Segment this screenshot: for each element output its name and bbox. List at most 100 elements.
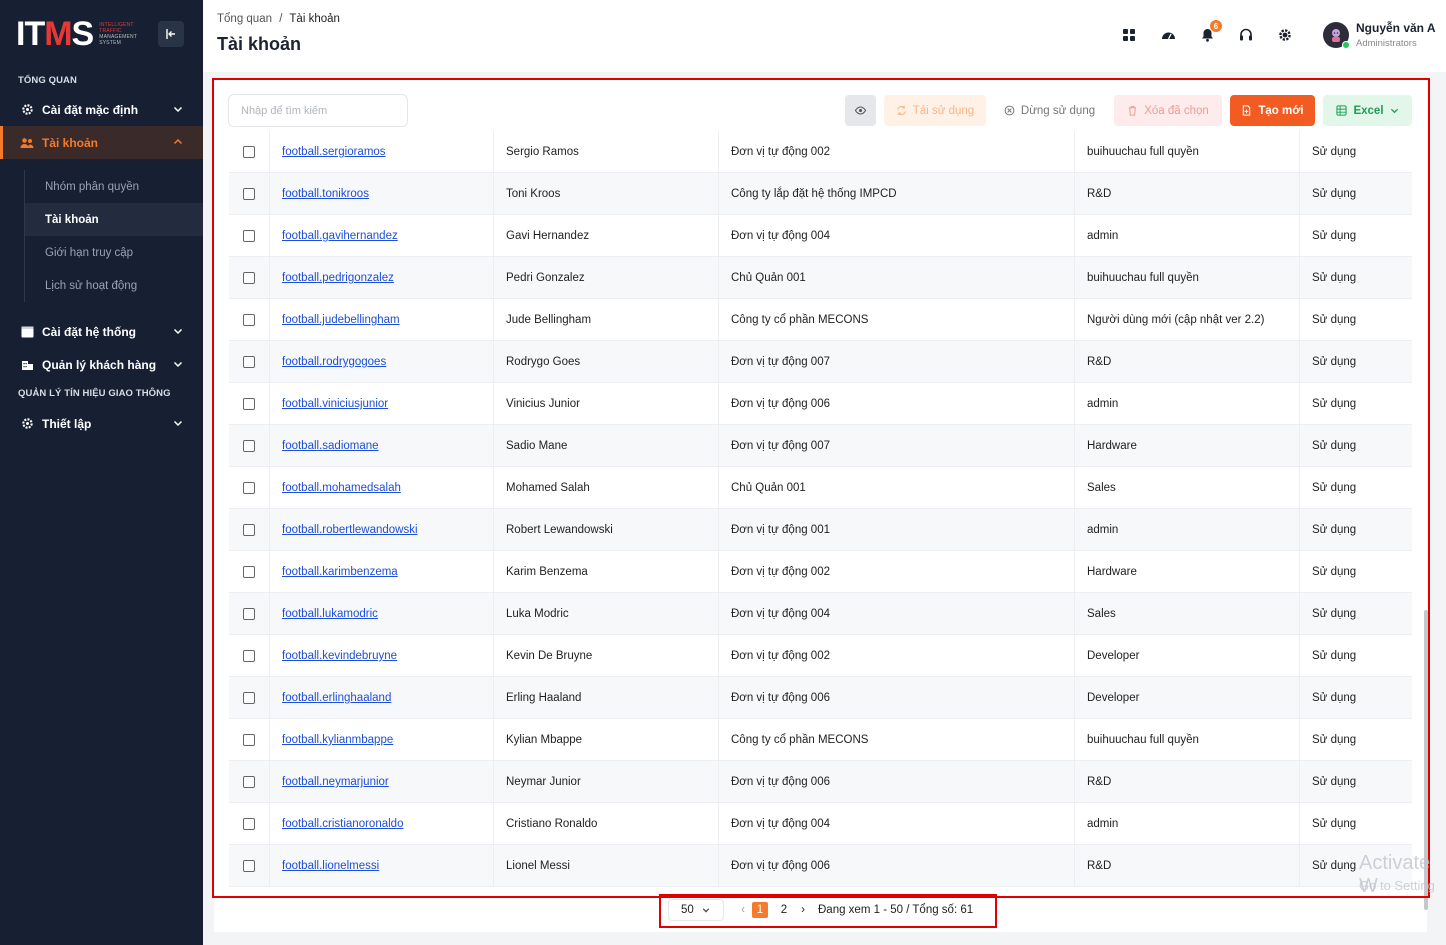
username-link[interactable]: football.lukamodric: [282, 608, 378, 620]
sidebar-subitem-activity-log[interactable]: Lịch sử hoạt động: [24, 269, 203, 302]
column-divider: [493, 425, 494, 467]
delete-selected-button[interactable]: Xóa đã chọn: [1114, 95, 1222, 126]
row-checkbox[interactable]: [243, 314, 255, 326]
column-divider: [1299, 509, 1300, 551]
page-1[interactable]: 1: [752, 902, 768, 918]
sidebar-item-default-settings[interactable]: Cài đặt mặc định: [0, 93, 203, 126]
dashboard-gauge-icon[interactable]: [1158, 25, 1178, 45]
user-name[interactable]: Nguyễn văn A: [1356, 21, 1436, 35]
table-row[interactable]: football.gavihernandez Gavi Hernandez Đơn …: [229, 215, 1412, 257]
row-checkbox[interactable]: [243, 230, 255, 242]
excel-icon: [1336, 105, 1348, 116]
reuse-button[interactable]: Tái sử dụng: [884, 95, 986, 126]
table-row[interactable]: football.robertlewandowski Robert Lewando…: [229, 509, 1412, 551]
row-checkbox[interactable]: [243, 398, 255, 410]
sidebar-subitem-permission-groups[interactable]: Nhóm phân quyền: [24, 170, 203, 203]
table-row[interactable]: football.sergioramos Sergio Ramos Đơn vị t…: [229, 131, 1412, 173]
notification-bell-icon[interactable]: 6: [1197, 20, 1222, 45]
table-row[interactable]: football.judebellingham Jude Bellingham Cô…: [229, 299, 1412, 341]
row-checkbox[interactable]: [243, 860, 255, 872]
table-row[interactable]: football.lukamodric Luka Modric Đơn vị tự …: [229, 593, 1412, 635]
table-row[interactable]: football.lionelmessi Lionel Messi Đơn vị t…: [229, 845, 1412, 887]
row-checkbox[interactable]: [243, 482, 255, 494]
username-link[interactable]: football.mohamedsalah: [282, 482, 401, 494]
table-row[interactable]: football.viniciusjunior Vinicius Junior Đơ…: [229, 383, 1412, 425]
collapse-sidebar-button[interactable]: [158, 21, 184, 47]
row-checkbox[interactable]: [243, 818, 255, 830]
apps-grid-icon[interactable]: [1119, 25, 1139, 45]
row-checkbox-cell: [243, 467, 255, 509]
row-checkbox[interactable]: [243, 356, 255, 368]
table-row[interactable]: football.erlinghaaland Erling Haaland Đơn …: [229, 677, 1412, 719]
settings-gear-icon[interactable]: [1275, 25, 1295, 45]
username-link[interactable]: football.judebellingham: [282, 314, 400, 326]
table-row[interactable]: football.pedrigonzalez Pedri Gonzalez Chủ …: [229, 257, 1412, 299]
username-link[interactable]: football.gavihernandez: [282, 230, 398, 242]
username-link[interactable]: football.sergioramos: [282, 146, 386, 158]
table-row[interactable]: football.mohamedsalah Mohamed Salah Chủ Qu…: [229, 467, 1412, 509]
page-2[interactable]: 2: [776, 902, 792, 918]
prev-page-icon[interactable]: ‹: [736, 904, 750, 916]
sidebar-item-accounts[interactable]: Tài khoản: [0, 126, 203, 159]
username-link[interactable]: football.neymarjunior: [282, 776, 389, 788]
row-checkbox[interactable]: [243, 272, 255, 284]
username-link[interactable]: football.viniciusjunior: [282, 398, 388, 410]
sidebar-item-system-settings[interactable]: Cài đặt hệ thống: [0, 315, 203, 348]
breadcrumb-overview[interactable]: Tổng quan: [217, 13, 272, 25]
table-row[interactable]: football.rodrygogoes Rodrygo Goes Đơn vị t…: [229, 341, 1412, 383]
search-input[interactable]: [228, 94, 408, 127]
status-cell-wrap: Sử dụng: [1312, 593, 1356, 635]
next-page-icon[interactable]: ›: [796, 904, 810, 916]
username-link[interactable]: football.erlinghaaland: [282, 692, 391, 704]
row-checkbox[interactable]: [243, 692, 255, 704]
row-checkbox[interactable]: [243, 188, 255, 200]
table-row[interactable]: football.karimbenzema Karim Benzema Đơn vị…: [229, 551, 1412, 593]
username-link[interactable]: football.robertlewandowski: [282, 524, 418, 536]
row-checkbox[interactable]: [243, 524, 255, 536]
column-divider: [493, 635, 494, 677]
excel-export-button[interactable]: Excel: [1323, 95, 1412, 126]
username-link[interactable]: football.kevindebruyne: [282, 650, 397, 662]
column-divider: [493, 719, 494, 761]
username-link[interactable]: football.sadiomane: [282, 440, 379, 452]
page-size-select[interactable]: 50: [668, 899, 724, 921]
column-divider: [269, 131, 270, 173]
username-link-wrap: football.sadiomane: [282, 425, 379, 467]
row-checkbox[interactable]: [243, 146, 255, 158]
sidebar-item-customer-management[interactable]: Quản lý khách hàng: [0, 348, 203, 381]
table-row[interactable]: football.kevindebruyne Kevin De Bruyne Đơn…: [229, 635, 1412, 677]
table-row[interactable]: football.sadiomane Sadio Mane Đơn vị tự độ…: [229, 425, 1412, 467]
stop-using-button[interactable]: Dừng sử dụng: [995, 95, 1104, 126]
unit-cell-wrap: Đơn vị tự động 006: [731, 845, 830, 887]
create-new-button[interactable]: Tạo mới: [1230, 95, 1315, 126]
table-row[interactable]: football.cristianoronaldo Cristiano Ronal…: [229, 803, 1412, 845]
row-checkbox[interactable]: [243, 566, 255, 578]
row-checkbox[interactable]: [243, 650, 255, 662]
table-row[interactable]: football.tonikroos Toni Kroos Công ty lắp …: [229, 173, 1412, 215]
permission-group-cell: R&D: [1087, 860, 1112, 872]
username-link[interactable]: football.rodrygogoes: [282, 356, 386, 368]
username-link[interactable]: football.tonikroos: [282, 188, 369, 200]
username-link[interactable]: football.karimbenzema: [282, 566, 398, 578]
avatar[interactable]: [1323, 22, 1350, 49]
row-checkbox[interactable]: [243, 776, 255, 788]
username-link[interactable]: football.pedrigonzalez: [282, 272, 394, 284]
headset-support-icon[interactable]: [1236, 25, 1256, 45]
row-checkbox[interactable]: [243, 608, 255, 620]
table-row[interactable]: football.kylianmbappe Kylian Mbappe Công t…: [229, 719, 1412, 761]
sidebar-subitem-accounts[interactable]: Tài khoản: [24, 203, 203, 236]
username-link[interactable]: football.lionelmessi: [282, 860, 379, 872]
sidebar-subitem-access-limits[interactable]: Giới hạn truy cập: [24, 236, 203, 269]
username-link[interactable]: football.kylianmbappe: [282, 734, 393, 746]
activation-watermark-sub: Go to Setting: [1359, 878, 1435, 893]
column-divider: [1074, 635, 1075, 677]
table-row[interactable]: football.neymarjunior Neymar Junior Đơn vị…: [229, 761, 1412, 803]
itms-logo[interactable]: ITMS INTELLIGENT TRAFFIC MANAGEMENT SYST…: [16, 16, 143, 52]
username-link[interactable]: football.cristianoronaldo: [282, 818, 403, 830]
sidebar-item-setup[interactable]: Thiết lập: [0, 407, 203, 440]
permission-group-cell-wrap: admin: [1087, 803, 1118, 845]
row-checkbox[interactable]: [243, 734, 255, 746]
row-checkbox[interactable]: [243, 440, 255, 452]
toggle-columns-button[interactable]: [845, 95, 876, 126]
unit-cell-wrap: Đơn vị tự động 002: [731, 131, 830, 173]
